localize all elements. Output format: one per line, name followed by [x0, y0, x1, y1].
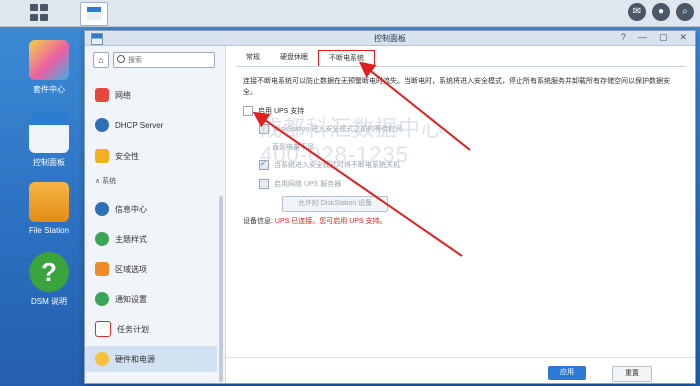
- tab-hdd-hibernation[interactable]: 硬盘休眠: [270, 50, 318, 66]
- sidebar-group-system[interactable]: ∧ 系统: [95, 176, 116, 186]
- desktop-icon-control-panel[interactable]: 控制面板: [18, 113, 80, 168]
- search-icon[interactable]: ⌕: [676, 3, 694, 21]
- sidebar-item-hardware-power[interactable]: 硬件和电源: [85, 346, 217, 372]
- shutdown-ups-checkbox[interactable]: [259, 159, 269, 170]
- sidebar-item-task-scheduler[interactable]: 任务计划: [85, 316, 217, 342]
- option-label: 启用 UPS 支持: [258, 108, 305, 115]
- ups-description: 连接不断电系统可以防止数据在无预警断电时流失。当断电时，系统将进入安全模式，停止…: [243, 78, 670, 96]
- option-label: 直到电量不足: [272, 144, 314, 151]
- shutdown-ups-option[interactable]: 当系统进入安全模式时将不断电系统关机: [259, 159, 400, 170]
- footer-bar: 应用 重置: [226, 357, 695, 384]
- window-title: 控制面板: [374, 34, 406, 43]
- safe-mode-wait-radio[interactable]: [259, 124, 269, 134]
- apply-button[interactable]: 应用: [548, 366, 586, 380]
- sidebar-item-label: 安全性: [115, 151, 139, 161]
- palette-icon: [95, 232, 109, 246]
- sidebar-item-label: 区域选项: [115, 264, 147, 274]
- main-panel: 常规 硬盘休眠 不断电系统 连接不断电系统可以防止数据在无预警断电时流失。当断电…: [226, 46, 695, 383]
- enable-ups-option[interactable]: 启用 UPS 支持: [243, 106, 304, 116]
- sidebar-item-network[interactable]: 网络: [85, 82, 217, 108]
- option-label: DiskStation 进入安全模式之前的等待时间: [274, 126, 403, 133]
- sidebar-item-theme[interactable]: 主题样式: [85, 226, 217, 252]
- calendar-icon: [95, 321, 111, 337]
- clock-icon: [95, 262, 109, 276]
- dhcp-icon: [95, 118, 109, 132]
- sidebar-group-label: 系统: [102, 178, 117, 185]
- sidebar-item-label: 信息中心: [115, 204, 147, 214]
- user-icon[interactable]: ●: [652, 3, 670, 21]
- sidebar-item-notification[interactable]: 通知设置: [85, 286, 217, 312]
- sidebar-item-label: 通知设置: [115, 294, 147, 304]
- sidebar-item-label: 主题样式: [115, 234, 147, 244]
- reset-button[interactable]: 重置: [612, 366, 652, 382]
- option-label: 启用网络 UPS 服务器: [274, 181, 342, 188]
- chat-bubble-icon: [95, 292, 109, 306]
- control-panel-window: 控制面板 ? — ▢ ✕ ⌂ 网络 DHCP Server 安全性: [84, 30, 696, 384]
- desktop-icon-dsm-help[interactable]: ? DSM 说明: [18, 252, 80, 307]
- shield-icon: [95, 149, 109, 163]
- desktop-icon-label: DSM 说明: [31, 297, 67, 306]
- sidebar-item-dhcp[interactable]: DHCP Server: [85, 112, 217, 138]
- option-label: 当系统进入安全模式时将不断电系统关机: [274, 162, 400, 169]
- close-button[interactable]: ✕: [679, 32, 687, 43]
- sidebar-item-info-center[interactable]: 信息中心: [85, 196, 217, 222]
- search-input[interactable]: [114, 53, 208, 67]
- maximize-button[interactable]: ▢: [659, 32, 668, 43]
- sidebar-item-label: 任务计划: [117, 324, 149, 334]
- desktop-icon-package-center[interactable]: 套件中心: [18, 40, 80, 95]
- safe-mode-wait-option[interactable]: DiskStation 进入安全模式之前的等待时间: [259, 124, 402, 134]
- network-icon: [95, 88, 109, 102]
- search-field[interactable]: [113, 52, 215, 68]
- sidebar-scrollbar[interactable]: [219, 196, 223, 382]
- status-label: 设备信息:: [243, 218, 273, 225]
- help-button[interactable]: ?: [621, 32, 626, 43]
- sidebar-item-label: DHCP Server: [115, 120, 164, 130]
- enable-ups-checkbox[interactable]: [243, 106, 253, 116]
- network-ups-server-option[interactable]: 启用网络 UPS 服务器: [259, 179, 341, 189]
- status-value: UPS 已连接。您可启用 UPS 支持。: [274, 218, 387, 225]
- sidebar-item-security[interactable]: 安全性: [85, 143, 217, 169]
- home-button[interactable]: ⌂: [93, 52, 109, 68]
- tab-bar: 常规 硬盘休眠 不断电系统: [236, 50, 686, 67]
- bulb-icon: [95, 352, 109, 366]
- info-icon: [95, 202, 109, 216]
- sidebar-item-label: 硬件和电源: [115, 354, 155, 364]
- desktop-icon-label: File Station: [28, 226, 70, 235]
- minimize-button[interactable]: —: [638, 32, 647, 43]
- desktop-icon-file-station[interactable]: File Station: [18, 182, 80, 235]
- tab-ups[interactable]: 不断电系统: [318, 50, 375, 66]
- until-low-battery-option[interactable]: 直到电量不足: [272, 142, 314, 152]
- control-panel-taskbar-icon[interactable]: [80, 2, 108, 26]
- sidebar: ⌂ 网络 DHCP Server 安全性 ∧ 系统 信息中心 主题样式: [85, 46, 226, 383]
- permitted-devices-button[interactable]: 允许的 DiskStation 设备: [282, 196, 388, 212]
- window-titlebar[interactable]: 控制面板 ? — ▢ ✕: [85, 31, 695, 46]
- chat-icon[interactable]: ✉: [628, 3, 646, 21]
- taskbar: ✉ ● ⌕: [0, 0, 700, 27]
- search-icon: [117, 55, 125, 63]
- desktop-icon-label: 控制面板: [33, 158, 65, 167]
- device-status: 设备信息: UPS 已连接。您可启用 UPS 支持。: [243, 216, 387, 226]
- sidebar-item-label: 网络: [115, 90, 131, 100]
- main-menu-icon[interactable]: [30, 4, 52, 22]
- tab-general[interactable]: 常规: [236, 50, 270, 66]
- sidebar-item-regional[interactable]: 区域选项: [85, 256, 217, 282]
- desktop-icon-label: 套件中心: [33, 85, 65, 94]
- network-ups-server-checkbox[interactable]: [259, 179, 269, 189]
